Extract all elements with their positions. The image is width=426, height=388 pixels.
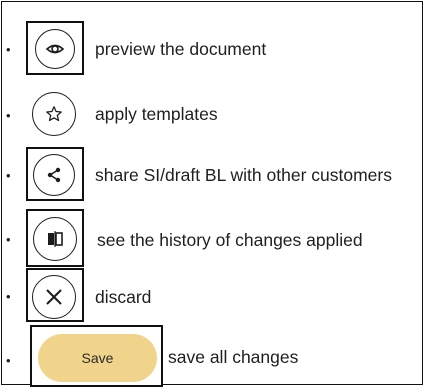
share-button[interactable] [33,154,75,196]
history-button[interactable] [33,217,77,261]
legend-label: share SI/draft BL with other customers [95,165,392,185]
legend-label: preview the document [95,39,267,59]
history-button-frame [26,209,84,267]
save-label: save all changes [168,347,299,367]
save-button[interactable]: Save [38,334,157,382]
share-icon [47,167,61,183]
preview-button[interactable] [35,29,75,69]
bullet: • [6,42,11,57]
save-button-frame: Save [30,325,163,387]
close-icon [46,289,62,305]
legend-label: discard [95,287,152,307]
bullet: • [6,289,11,304]
bullet: • [6,232,11,247]
legend-label: apply templates [95,104,218,124]
bullet: • [6,108,11,123]
bullet: • [6,353,11,368]
legend-label: see the history of changes applied [97,230,363,250]
legend-frame: • preview the document • apply templates… [1,1,423,387]
share-button-frame [26,147,84,201]
templates-button[interactable] [32,92,76,136]
history-icon [48,231,63,247]
preview-button-frame [26,21,84,75]
eye-icon [45,44,65,54]
star-icon [46,106,62,122]
discard-button[interactable] [32,275,76,319]
discard-button-frame [26,268,84,322]
bullet: • [6,168,11,183]
